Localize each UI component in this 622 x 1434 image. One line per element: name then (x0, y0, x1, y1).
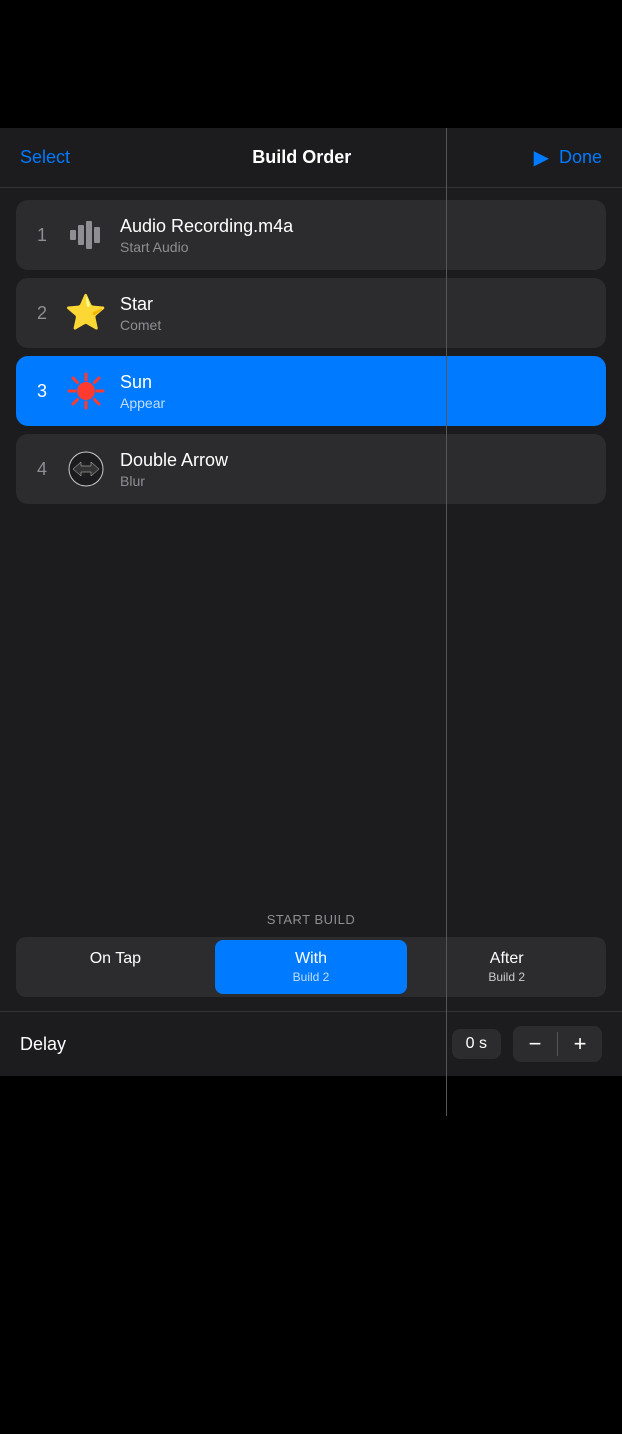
item-name-1: Audio Recording.m4a (120, 216, 293, 237)
item-sub-1: Start Audio (120, 239, 293, 255)
item-name-2: Star (120, 294, 161, 315)
build-list: 1 Audio Recording.m4a Start Audio 2 ⭐ St… (0, 188, 622, 516)
select-button[interactable]: Select (20, 147, 70, 168)
bottom-black-area (0, 1076, 622, 1116)
stepper-minus-button[interactable]: − (513, 1026, 557, 1062)
item-number-4: 4 (32, 459, 52, 480)
main-panel: Select Build Order ▶ Done 1 Audio Record… (0, 128, 622, 1116)
stepper-plus-button[interactable]: + (558, 1026, 602, 1062)
item-name-4: Double Arrow (120, 450, 228, 471)
header: Select Build Order ▶ Done (0, 128, 622, 188)
item-text-1: Audio Recording.m4a Start Audio (120, 216, 293, 255)
vertical-divider (446, 128, 447, 1116)
segment-after[interactable]: After Build 2 (410, 940, 603, 994)
delay-right: 0 s − + (452, 1026, 602, 1062)
play-icon[interactable]: ▶ (534, 145, 549, 170)
delay-label: Delay (20, 1034, 66, 1055)
header-right: ▶ Done (534, 145, 602, 170)
item-number-2: 2 (32, 303, 52, 324)
segment-with-build[interactable]: With Build 2 (215, 940, 408, 994)
top-black-area (0, 0, 622, 128)
item-number-1: 1 (32, 225, 52, 246)
delay-value: 0 s (452, 1029, 501, 1059)
audio-icon (66, 215, 106, 255)
segment-control: On Tap With Build 2 After Build 2 (16, 937, 606, 997)
item-number-3: 3 (32, 381, 52, 402)
done-button[interactable]: Done (559, 147, 602, 168)
segment-on-tap[interactable]: On Tap (19, 940, 212, 994)
item-text-2: Star Comet (120, 294, 161, 333)
item-text-4: Double Arrow Blur (120, 450, 228, 489)
item-text-3: Sun Appear (120, 372, 165, 411)
build-item-2[interactable]: 2 ⭐ Star Comet (16, 278, 606, 348)
delay-stepper: − + (513, 1026, 602, 1062)
item-sub-4: Blur (120, 473, 228, 489)
item-sub-2: Comet (120, 317, 161, 333)
item-name-3: Sun (120, 372, 165, 393)
item-sub-3: Appear (120, 395, 165, 411)
build-item-4[interactable]: 4 Double Arrow Blur (16, 434, 606, 504)
double-arrow-icon (66, 449, 106, 489)
build-item-1[interactable]: 1 Audio Recording.m4a Start Audio (16, 200, 606, 270)
build-item-3[interactable]: 3 Sun Appear (16, 356, 606, 426)
star-icon: ⭐ (66, 293, 106, 333)
delay-row: Delay 0 s − + (0, 1011, 622, 1076)
page-title: Build Order (252, 147, 351, 168)
bottom-section: START BUILD On Tap With Build 2 After Bu… (0, 898, 622, 1116)
sun-icon (66, 371, 106, 411)
start-build-label: START BUILD (0, 898, 622, 937)
